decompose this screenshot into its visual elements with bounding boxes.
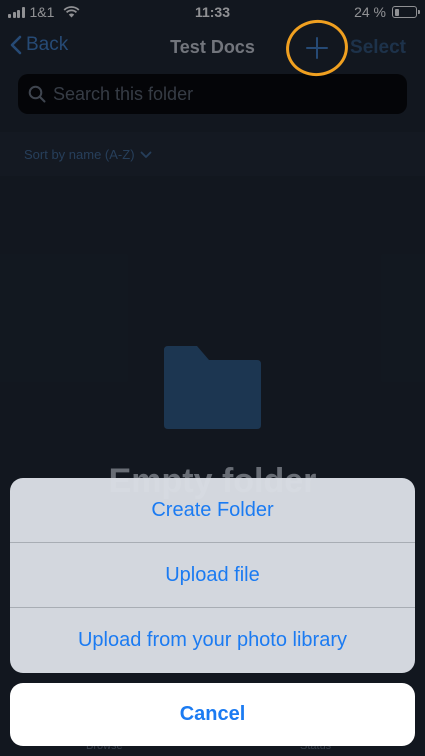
cancel-button[interactable]: Cancel	[10, 683, 415, 746]
upload-photo-library-button[interactable]: Upload from your photo library	[10, 608, 415, 673]
action-sheet: Create Folder Upload file Upload from yo…	[10, 478, 415, 673]
create-folder-button[interactable]: Create Folder	[10, 478, 415, 543]
upload-file-button[interactable]: Upload file	[10, 543, 415, 608]
